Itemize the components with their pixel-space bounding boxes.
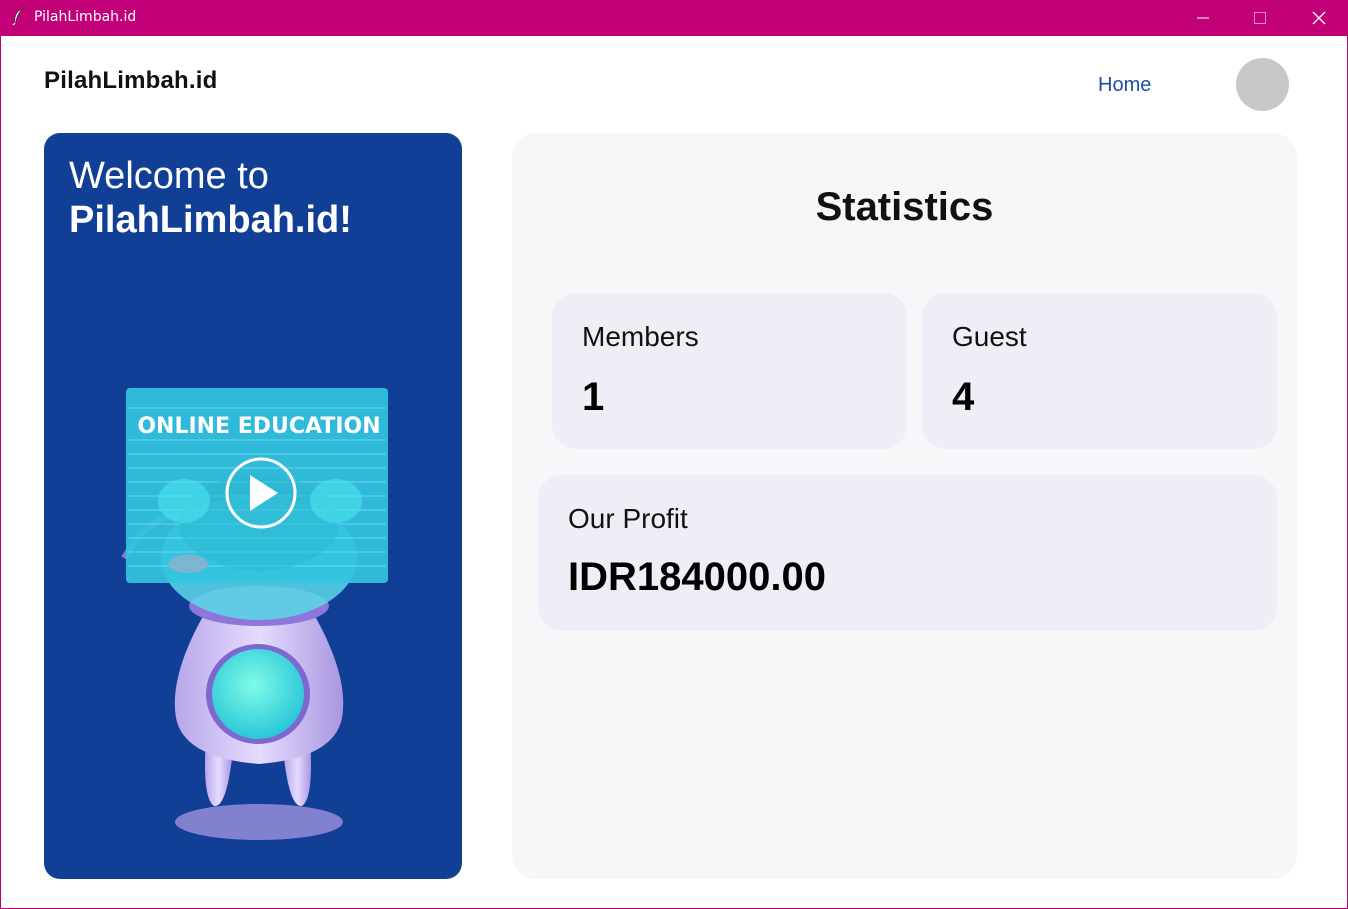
close-button[interactable]	[1290, 0, 1348, 36]
profit-label: Our Profit	[568, 503, 688, 534]
welcome-card: Welcome to PilahLimbah.id! ONLINE EDUCAT…	[44, 133, 462, 879]
maximize-button[interactable]	[1231, 0, 1289, 36]
guest-label: Guest	[952, 321, 1027, 352]
minimize-icon	[1197, 17, 1209, 19]
profit-value: IDR184000.00	[568, 555, 826, 599]
robot-illustration: ONLINE EDUCATION	[121, 388, 388, 840]
maximize-icon	[1254, 12, 1266, 24]
window-title: PilahLimbah.id	[34, 9, 137, 25]
illustration-text: ONLINE EDUCATION	[137, 414, 380, 439]
guest-value: 4	[952, 375, 975, 419]
feather-icon	[12, 8, 24, 26]
welcome-heading-line2: PilahLimbah.id!	[69, 199, 352, 241]
brand-logo-text: PilahLimbah.id	[44, 67, 218, 94]
title-bar: PilahLimbah.id	[0, 0, 1348, 36]
avatar[interactable]	[1236, 58, 1289, 111]
minimize-button[interactable]	[1174, 0, 1232, 36]
close-icon	[1312, 11, 1326, 25]
welcome-heading-line1: Welcome to	[69, 155, 269, 197]
profit-card: Our Profit IDR184000.00	[538, 475, 1277, 631]
statistics-panel: Statistics Members 1 Guest 4 Our Profit …	[512, 133, 1297, 879]
members-value: 1	[582, 375, 605, 419]
guest-card: Guest 4	[922, 293, 1277, 449]
members-label: Members	[582, 321, 699, 352]
nav-link-home[interactable]: Home	[1098, 74, 1151, 97]
members-card: Members 1	[552, 293, 907, 449]
statistics-title: Statistics	[815, 185, 994, 229]
